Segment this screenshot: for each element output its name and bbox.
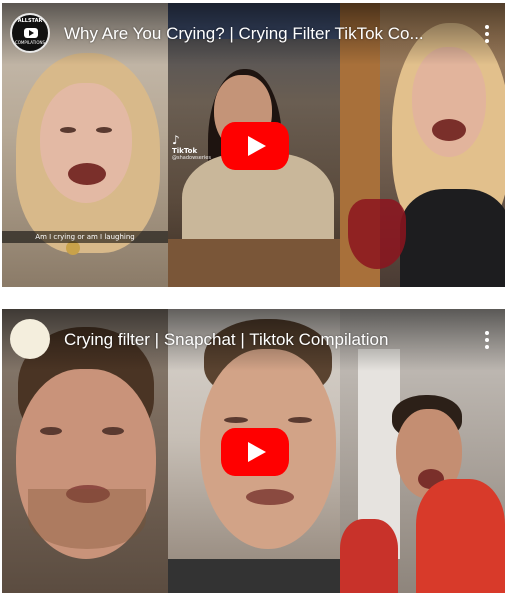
necklace-pendant bbox=[66, 241, 80, 255]
thumbnail-panel-right bbox=[340, 3, 505, 287]
shirt-shape bbox=[416, 479, 505, 593]
jacket-shape bbox=[400, 189, 505, 287]
mouth-shape bbox=[432, 119, 466, 141]
video-embed-2[interactable]: Crying filter | Snapchat | Tiktok Compil… bbox=[2, 309, 505, 593]
youtube-logo-icon bbox=[24, 28, 38, 38]
mouth-shape bbox=[246, 489, 294, 505]
channel-avatar[interactable] bbox=[10, 319, 50, 359]
wine-glass bbox=[348, 199, 406, 269]
avatar-text-top: ALLSTAR bbox=[17, 18, 43, 24]
channel-avatar[interactable]: ALLSTAR COMPILATIONS bbox=[10, 13, 50, 53]
more-options-button[interactable] bbox=[477, 23, 497, 45]
eye-shape bbox=[102, 427, 124, 435]
video-embed-1[interactable]: Am I crying or am I laughing ♪ TikTok @s… bbox=[2, 3, 505, 287]
mouth-shape bbox=[68, 163, 106, 185]
more-options-button[interactable] bbox=[477, 329, 497, 351]
beard-shape bbox=[28, 489, 146, 549]
shirt-shape bbox=[340, 519, 398, 593]
table-shape bbox=[168, 239, 340, 287]
thumbnail-panel-right bbox=[340, 309, 505, 593]
tiktok-handle: @shadowseries bbox=[172, 155, 211, 161]
more-vert-icon bbox=[485, 25, 489, 29]
video-title[interactable]: Why Are You Crying? | Crying Filter TikT… bbox=[64, 24, 442, 44]
video-title[interactable]: Crying filter | Snapchat | Tiktok Compil… bbox=[64, 330, 442, 350]
face-shape bbox=[40, 83, 132, 203]
eye-shape bbox=[60, 127, 76, 133]
play-button[interactable] bbox=[221, 122, 289, 170]
more-vert-icon bbox=[485, 32, 489, 36]
tiktok-watermark: ♪ TikTok @shadowseries bbox=[172, 133, 211, 161]
collar-shape bbox=[168, 559, 340, 593]
play-button[interactable] bbox=[221, 428, 289, 476]
tiktok-wordmark: TikTok bbox=[172, 147, 198, 155]
caption-overlay: Am I crying or am I laughing bbox=[2, 231, 168, 243]
tiktok-icon: ♪ bbox=[172, 133, 180, 147]
play-icon bbox=[248, 442, 266, 462]
more-vert-icon bbox=[485, 345, 489, 349]
more-vert-icon bbox=[485, 338, 489, 342]
eye-shape bbox=[288, 417, 312, 423]
play-icon bbox=[248, 136, 266, 156]
eye-shape bbox=[40, 427, 62, 435]
eye-shape bbox=[96, 127, 112, 133]
more-vert-icon bbox=[485, 39, 489, 43]
avatar-text-bottom: COMPILATIONS bbox=[14, 40, 46, 45]
more-vert-icon bbox=[485, 331, 489, 335]
eye-shape bbox=[224, 417, 248, 423]
